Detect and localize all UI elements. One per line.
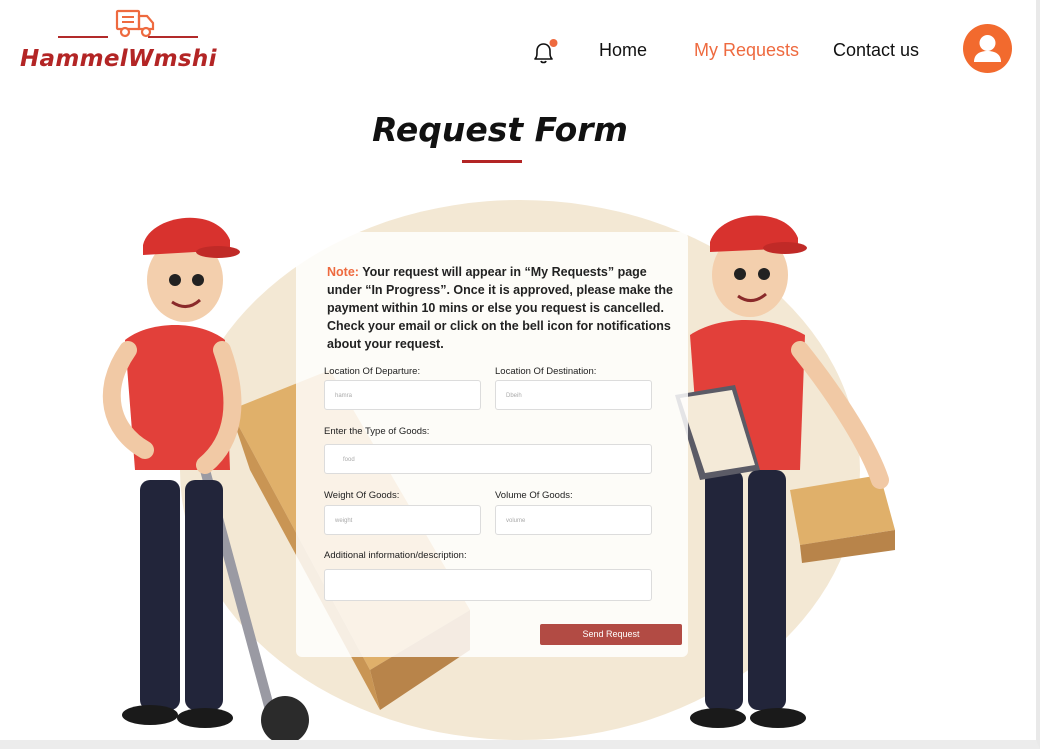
volume-label: Volume Of Goods: <box>495 490 573 501</box>
bell-icon[interactable] <box>529 38 559 68</box>
truck-icon <box>115 9 155 38</box>
nav-my-requests[interactable]: My Requests <box>694 40 799 61</box>
nav-home[interactable]: Home <box>599 40 647 61</box>
goods-type-input[interactable]: food <box>324 444 652 474</box>
destination-label: Location Of Destination: <box>495 366 597 377</box>
title-underline <box>462 160 522 163</box>
brand-logo[interactable]: HammelWmshi <box>20 6 217 72</box>
user-avatar-icon[interactable] <box>963 24 1012 73</box>
info-textarea[interactable] <box>324 569 652 601</box>
departure-label: Location Of Departure: <box>324 366 421 377</box>
weight-label: Weight Of Goods: <box>324 490 400 501</box>
page-frame: HammelWmshi Home My Requests Contact us … <box>0 0 1040 749</box>
departure-input[interactable]: hamra <box>324 380 481 410</box>
destination-input[interactable]: Dbeih <box>495 380 652 410</box>
brand-name: HammelWmshi <box>20 46 217 72</box>
nav-contact-us[interactable]: Contact us <box>833 40 919 61</box>
note-label: Note: <box>327 265 359 279</box>
request-form-card: Note: Your request will appear in “My Re… <box>296 232 688 657</box>
goods-type-label: Enter the Type of Goods: <box>324 426 430 437</box>
weight-input[interactable]: weight <box>324 505 481 535</box>
send-request-button[interactable]: Send Request <box>540 624 682 645</box>
note-text: Your request will appear in “My Requests… <box>327 265 673 351</box>
page-title: Request Form <box>372 110 628 149</box>
logo-line-left <box>58 36 108 38</box>
info-label: Additional information/description: <box>324 550 467 561</box>
form-note: Note: Your request will appear in “My Re… <box>327 263 677 353</box>
volume-input[interactable]: volume <box>495 505 652 535</box>
